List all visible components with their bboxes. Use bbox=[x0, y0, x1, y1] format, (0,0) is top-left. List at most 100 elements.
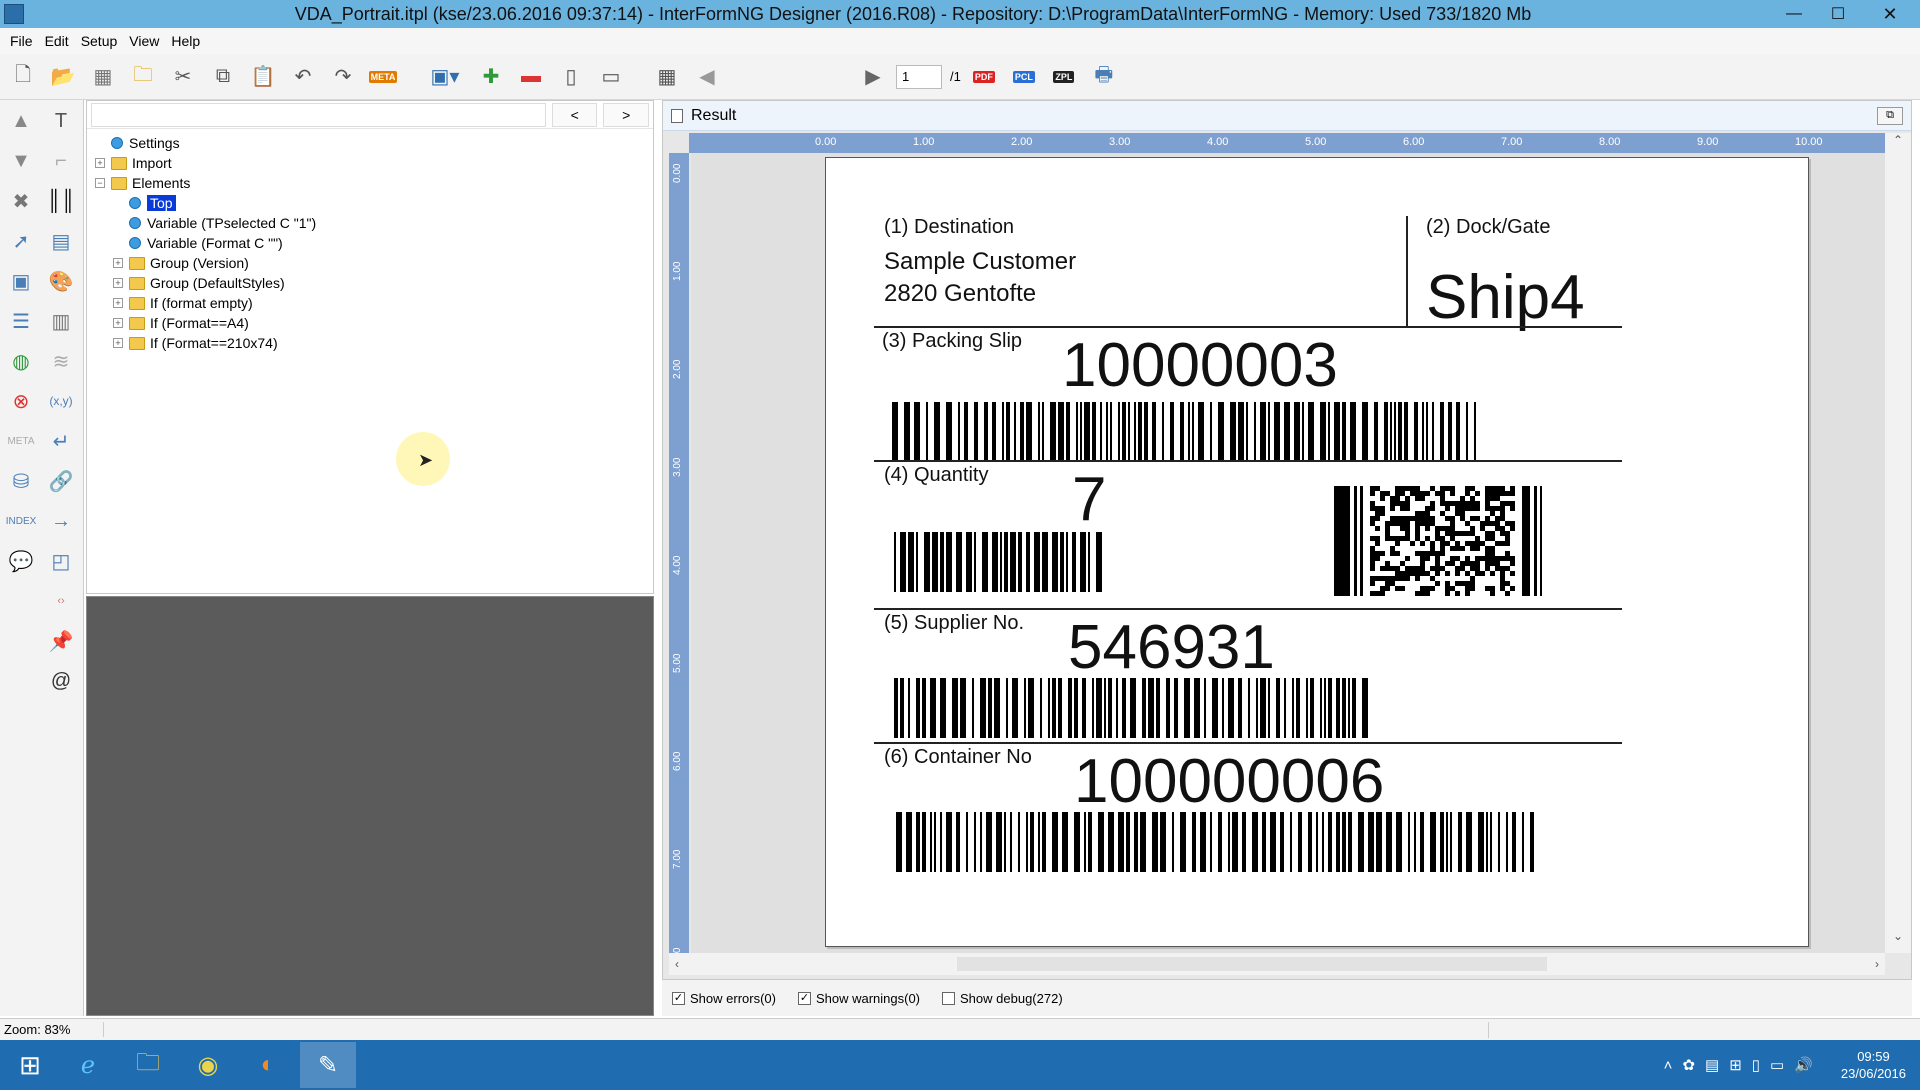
tree-next-button[interactable]: > bbox=[603, 102, 649, 127]
barcode-tool-icon[interactable]: ║║ bbox=[44, 184, 78, 218]
zpl-icon[interactable]: ZPL bbox=[1047, 60, 1081, 94]
pdf-icon[interactable]: PDF bbox=[967, 60, 1001, 94]
tree-expander-icon[interactable]: + bbox=[113, 278, 123, 288]
grid-icon[interactable]: ▦ bbox=[650, 60, 684, 94]
paste-icon[interactable]: 📋 bbox=[246, 60, 280, 94]
save-icon[interactable]: ▦ bbox=[86, 60, 120, 94]
tree-item[interactable]: Variable (Format C "") bbox=[87, 233, 653, 253]
move-down-icon[interactable]: ▼ bbox=[4, 144, 38, 178]
scroll-thumb[interactable] bbox=[957, 957, 1547, 971]
network-icon[interactable]: ▭ bbox=[1770, 1056, 1784, 1074]
show-errors-checkbox[interactable]: ✓ Show errors(0) bbox=[672, 991, 776, 1006]
index-icon[interactable]: INDEX bbox=[4, 504, 38, 538]
tree-item[interactable]: + If (format empty) bbox=[87, 293, 653, 313]
arrow-right-icon[interactable]: → bbox=[44, 504, 78, 538]
page-settings-icon[interactable]: ▭ bbox=[594, 60, 628, 94]
email-icon[interactable]: @ bbox=[44, 664, 78, 698]
column-tool-icon[interactable]: ▥ bbox=[44, 304, 78, 338]
new-file-icon[interactable]: 🗋 bbox=[6, 60, 40, 94]
undo-icon[interactable]: ↶ bbox=[286, 60, 320, 94]
stop-icon[interactable]: ⊗ bbox=[4, 384, 38, 418]
tray-expand-icon[interactable]: ˄ bbox=[1664, 1057, 1673, 1074]
close-button[interactable]: ✕ bbox=[1860, 0, 1920, 28]
box-tool-icon[interactable]: ▣ bbox=[4, 264, 38, 298]
wave-tool-icon[interactable]: ≋ bbox=[44, 344, 78, 378]
meta-tool-icon[interactable]: META bbox=[4, 424, 38, 458]
page-icon[interactable]: ▯ bbox=[554, 60, 588, 94]
clock[interactable]: 09:59 23/06/2016 bbox=[1841, 1048, 1906, 1082]
volume-icon[interactable]: 🔊 bbox=[1794, 1056, 1813, 1074]
cut-icon[interactable]: ✂ bbox=[166, 60, 200, 94]
add-icon[interactable]: ✚ bbox=[474, 60, 508, 94]
tree-item[interactable]: + Group (DefaultStyles) bbox=[87, 273, 653, 293]
prev-page-icon[interactable]: ◀ bbox=[690, 60, 724, 94]
internet-explorer-icon[interactable]: ℯ bbox=[60, 1042, 116, 1088]
tree-item[interactable]: + If (Format==A4) bbox=[87, 313, 653, 333]
open-folder-icon[interactable]: 📂 bbox=[46, 60, 80, 94]
select-tool-icon[interactable]: ➚ bbox=[4, 224, 38, 258]
restore-window-icon[interactable]: ⧉ bbox=[1877, 106, 1903, 125]
tree-item[interactable]: Settings bbox=[87, 133, 653, 153]
palette-icon[interactable]: 🎨 bbox=[44, 264, 78, 298]
tree-item[interactable]: Variable (TPselected C "1") bbox=[87, 213, 653, 233]
file-explorer-icon[interactable]: 🗀 bbox=[120, 1042, 176, 1088]
checkbox-checked-icon[interactable]: ✓ bbox=[797, 991, 811, 1005]
chrome-icon[interactable]: ◉ bbox=[180, 1042, 236, 1088]
database-icon[interactable]: ⛁ bbox=[4, 464, 38, 498]
tray-folder-icon[interactable]: ▤ bbox=[1705, 1056, 1719, 1074]
image-tool-icon[interactable]: ▤ bbox=[44, 224, 78, 258]
windows-start-icon[interactable]: ⊞ bbox=[0, 1040, 60, 1090]
vertical-scrollbar[interactable]: ⌃ ⌄ bbox=[1885, 133, 1911, 953]
layers-icon[interactable]: ☰ bbox=[4, 304, 38, 338]
move-up-icon[interactable]: ▲ bbox=[4, 104, 38, 138]
tree-expander-icon[interactable]: + bbox=[113, 298, 123, 308]
minimize-button[interactable]: — bbox=[1772, 0, 1816, 28]
tree-item[interactable]: + Import bbox=[87, 153, 653, 173]
tree-expander-icon[interactable]: + bbox=[95, 158, 105, 168]
print-icon[interactable]: 🖶 bbox=[1087, 60, 1121, 94]
tree-item[interactable]: + If (Format==210x74) bbox=[87, 333, 653, 353]
tree-expander-icon[interactable]: − bbox=[95, 178, 105, 188]
tray-windows-icon[interactable]: ⊞ bbox=[1729, 1056, 1742, 1074]
tree-prev-button[interactable]: < bbox=[551, 102, 598, 127]
menu-help[interactable]: Help bbox=[165, 33, 206, 49]
preview-icon[interactable]: ▣▾ bbox=[422, 60, 468, 94]
menu-edit[interactable]: Edit bbox=[39, 33, 75, 49]
tree-item[interactable]: Top bbox=[87, 193, 653, 213]
checkbox-checked-icon[interactable]: ✓ bbox=[672, 991, 685, 1005]
scroll-left-icon[interactable]: ‹ bbox=[675, 957, 679, 971]
tree-expander-icon[interactable]: + bbox=[113, 338, 123, 348]
page-number-input[interactable] bbox=[896, 64, 942, 89]
comment-icon[interactable]: 💬 bbox=[4, 544, 38, 578]
xy-tool-icon[interactable]: (x,y) bbox=[44, 384, 78, 418]
show-debug-checkbox[interactable]: Show debug(272) bbox=[942, 991, 1063, 1006]
delete-icon[interactable]: ✖ bbox=[4, 184, 38, 218]
next-page-icon[interactable]: ▶ bbox=[856, 60, 890, 94]
tree-expander-icon[interactable]: + bbox=[113, 318, 123, 328]
tray-device-icon[interactable]: ▯ bbox=[1752, 1056, 1760, 1074]
scroll-down-icon[interactable]: ⌄ bbox=[1885, 929, 1911, 949]
menu-view[interactable]: View bbox=[123, 33, 165, 49]
menu-setup[interactable]: Setup bbox=[75, 33, 124, 49]
scroll-right-icon[interactable]: › bbox=[1875, 957, 1879, 971]
scroll-up-icon[interactable]: ⌃ bbox=[1885, 133, 1911, 153]
tree-search-input[interactable] bbox=[91, 102, 546, 127]
menu-file[interactable]: File bbox=[4, 33, 39, 49]
tree-item[interactable]: + Group (Version) bbox=[87, 253, 653, 273]
horizontal-scrollbar[interactable]: ‹ › bbox=[669, 953, 1885, 975]
return-icon[interactable]: ↵ bbox=[44, 424, 78, 458]
html-tool-icon[interactable]: ‹› bbox=[44, 584, 78, 618]
tree-item[interactable]: − Elements bbox=[87, 173, 653, 193]
tree-expander-icon[interactable]: + bbox=[113, 258, 123, 268]
link-icon[interactable]: 🔗 bbox=[44, 464, 78, 498]
maximize-button[interactable]: ☐ bbox=[1816, 0, 1860, 28]
frame-tool-icon[interactable]: ◰ bbox=[44, 544, 78, 578]
remove-icon[interactable]: ▬ bbox=[514, 60, 548, 94]
tray-app-icon[interactable]: ✿ bbox=[1682, 1056, 1695, 1074]
folder-icon[interactable]: 🗀 bbox=[126, 60, 160, 94]
globe-icon[interactable]: ◍ bbox=[4, 344, 38, 378]
pin-icon[interactable]: 📌 bbox=[44, 624, 78, 658]
show-warnings-checkbox[interactable]: ✓ Show warnings(0) bbox=[797, 991, 920, 1006]
pcl-icon[interactable]: PCL bbox=[1007, 60, 1041, 94]
copy-icon[interactable]: ⧉ bbox=[206, 60, 240, 94]
